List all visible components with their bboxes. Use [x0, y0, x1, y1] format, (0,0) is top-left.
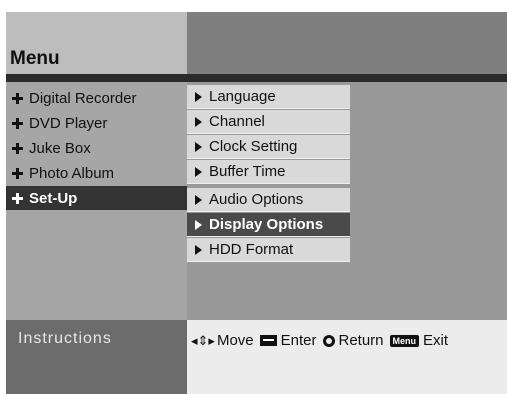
submenu-item-label: Language — [209, 88, 276, 105]
submenu-item-label: Clock Setting — [209, 138, 298, 155]
arrow-right-icon — [195, 194, 202, 205]
arrow-right-icon — [195, 244, 202, 255]
submenu-item-buffer-time[interactable]: Buffer Time — [187, 160, 350, 184]
submenu-item-label: Audio Options — [209, 191, 304, 208]
setup-menu-screen: Menu Digital Recorder DVD Player Juke Bo… — [0, 0, 507, 394]
arrow-right-icon — [195, 91, 202, 102]
instructions-label-cell: Instructions — [6, 320, 187, 394]
submenu-item-label: Display Options — [209, 216, 324, 233]
enter-label: Enter — [280, 332, 317, 349]
header-divider — [6, 74, 507, 82]
instructions-label: Instructions — [18, 330, 112, 347]
plus-icon — [12, 142, 23, 154]
header-bar: Menu — [0, 12, 507, 74]
submenu-item-clock-setting[interactable]: Clock Setting — [187, 135, 350, 159]
instructions-line: ◂⇕▸ Move Enter Return Menu Exit — [191, 332, 448, 349]
return-circle-icon — [322, 334, 335, 347]
plus-icon — [12, 117, 23, 129]
submenu-item-label: HDD Format — [209, 241, 294, 258]
submenu-item-hdd-format[interactable]: HDD Format — [187, 238, 350, 262]
plus-icon — [12, 92, 23, 104]
arrow-right-icon — [195, 141, 202, 152]
enter-key-icon — [259, 335, 277, 346]
main-menu-item-label: Digital Recorder — [29, 89, 137, 107]
submenu-item-channel[interactable]: Channel — [187, 110, 350, 134]
move-label: Move — [216, 332, 254, 349]
menu-title: Menu — [10, 48, 60, 69]
main-menu-item-dvd-player[interactable]: DVD Player — [6, 111, 187, 135]
menu-key-icon: Menu — [389, 334, 420, 347]
main-menu-item-label: Juke Box — [29, 139, 91, 157]
title-cell: Menu — [6, 12, 187, 74]
main-menu-item-set-up[interactable]: Set-Up — [6, 186, 187, 210]
plus-icon — [12, 167, 23, 179]
main-menu-item-juke-box[interactable]: Juke Box — [6, 136, 187, 160]
return-label: Return — [338, 332, 384, 349]
submenu-item-language[interactable]: Language — [187, 85, 350, 109]
instructions-panel: ◂⇕▸ Move Enter Return Menu Exit — [187, 320, 507, 394]
main-menu-item-label: DVD Player — [29, 114, 108, 132]
submenu-item-audio-options[interactable]: Audio Options — [187, 188, 350, 212]
main-menu-item-photo-album[interactable]: Photo Album — [6, 161, 187, 185]
arrow-right-icon — [195, 219, 202, 230]
four-way-arrow-icon: ◂⇕▸ — [191, 332, 215, 348]
plus-icon — [12, 192, 23, 204]
submenu-item-label: Channel — [209, 113, 265, 130]
main-menu-item-label: Set-Up — [29, 189, 78, 207]
arrow-right-icon — [195, 116, 202, 127]
submenu-item-display-options[interactable]: Display Options — [187, 213, 350, 237]
header-right — [187, 12, 507, 74]
submenu-item-label: Buffer Time — [209, 163, 286, 180]
main-menu-item-label: Photo Album — [29, 164, 115, 182]
arrow-right-icon — [195, 166, 202, 177]
main-menu-item-digital-recorder[interactable]: Digital Recorder — [6, 86, 187, 110]
exit-label: Exit — [423, 332, 449, 349]
